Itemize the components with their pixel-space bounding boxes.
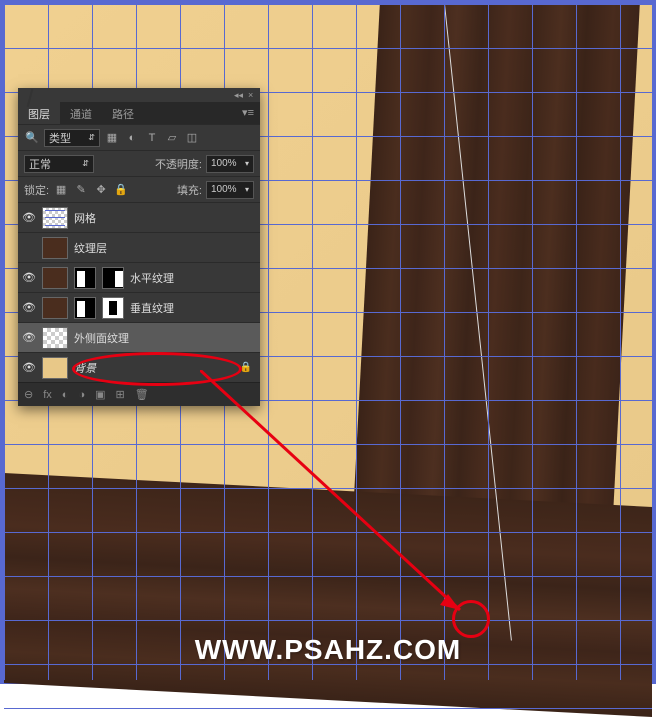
lock-transparency-icon[interactable]: ▦ — [53, 182, 69, 198]
layer-thumbnail[interactable] — [42, 237, 68, 259]
blend-mode-value: 正常 — [29, 156, 51, 172]
lock-label: 锁定: — [24, 182, 49, 198]
visibility-icon[interactable]: 👁 — [22, 331, 36, 344]
mask-icon[interactable]: ◐ — [62, 389, 69, 401]
layer-mask[interactable] — [74, 267, 96, 289]
filter-row: 🔍 类型 ⇵ ▦ ◐ T ▱ ◫ — [18, 124, 260, 150]
layer-row[interactable]: 👁 垂直纹理 — [18, 292, 260, 322]
chevron-down-icon: ▾ — [245, 159, 249, 168]
collapse-icon[interactable]: ◂◂ — [234, 91, 242, 99]
new-layer-icon[interactable]: ⊞ — [116, 388, 125, 401]
lock-paint-icon[interactable]: ✎ — [73, 182, 89, 198]
blend-row: 正常 ⇵ 不透明度: 100% ▾ — [18, 150, 260, 176]
watermark-text: WWW.PSAHZ.COM — [195, 634, 462, 666]
panel-tabs: 图层 通道 路径 ▾≡ — [18, 102, 260, 124]
layer-row[interactable]: 👁 水平纹理 — [18, 262, 260, 292]
layer-row[interactable]: 👁 网格 — [18, 202, 260, 232]
tab-paths[interactable]: 路径 — [102, 102, 144, 124]
layer-name[interactable]: 垂直纹理 — [130, 300, 174, 316]
chevron-down-icon: ▾ — [245, 185, 249, 194]
layer-thumbnail[interactable] — [42, 207, 68, 229]
layer-thumbnail[interactable] — [42, 297, 68, 319]
opacity-value: 100% — [211, 158, 237, 169]
link-icon[interactable]: ⊖ — [24, 388, 33, 401]
layer-name[interactable]: 网格 — [74, 210, 96, 226]
visibility-icon[interactable]: 👁 — [22, 271, 36, 284]
filter-text-icon[interactable]: T — [144, 130, 160, 146]
layer-panel-footer: ⊖ fx ◐ ◑ ▣ ⊞ 🗑 — [18, 382, 260, 406]
layer-name[interactable]: 纹理层 — [74, 240, 107, 256]
layer-row[interactable]: 👁 背景 🔒 — [18, 352, 260, 382]
layer-thumbnail[interactable] — [42, 357, 68, 379]
layer-row-selected[interactable]: 👁 外侧面纹理 — [18, 322, 260, 352]
search-icon: 🔍 — [24, 130, 40, 146]
filter-shape-icon[interactable]: ▱ — [164, 130, 180, 146]
fill-label: 填充: — [177, 182, 202, 198]
layer-name[interactable]: 背景 — [74, 360, 96, 376]
filter-pixel-icon[interactable]: ▦ — [104, 130, 120, 146]
visibility-icon[interactable]: 👁 — [22, 301, 36, 314]
group-icon[interactable]: ▣ — [95, 388, 105, 401]
lock-row: 锁定: ▦ ✎ ✥ 🔒 填充: 100% ▾ — [18, 176, 260, 202]
wood-horizontal — [4, 473, 652, 717]
layer-mask-2[interactable] — [102, 267, 124, 289]
fill-value: 100% — [211, 184, 237, 195]
fx-icon[interactable]: fx — [43, 389, 52, 401]
layer-thumbnail[interactable] — [42, 327, 68, 349]
chevron-down-icon: ⇵ — [82, 159, 89, 168]
layer-name[interactable]: 水平纹理 — [130, 270, 174, 286]
tab-layers[interactable]: 图层 — [18, 102, 60, 124]
adjustment-icon[interactable]: ◑ — [78, 389, 85, 401]
filter-label: 类型 — [49, 130, 71, 146]
layer-name[interactable]: 外侧面纹理 — [74, 330, 129, 346]
visibility-icon[interactable]: 👁 — [22, 361, 36, 374]
chevron-down-icon: ⇵ — [88, 133, 95, 142]
lock-icon: 🔒 — [240, 362, 252, 373]
layer-row[interactable]: 👁 纹理层 — [18, 232, 260, 262]
layer-list: 👁 网格 👁 纹理层 👁 水平纹理 👁 垂直纹理 👁 外侧面纹理 — [18, 202, 260, 382]
tab-channels[interactable]: 通道 — [60, 102, 102, 124]
panel-menu-icon[interactable]: ▾≡ — [236, 102, 260, 124]
lock-move-icon[interactable]: ✥ — [93, 182, 109, 198]
fill-input[interactable]: 100% ▾ — [206, 181, 254, 199]
blend-mode-select[interactable]: 正常 ⇵ — [24, 155, 94, 173]
filter-smart-icon[interactable]: ◫ — [184, 130, 200, 146]
visibility-icon[interactable]: 👁 — [22, 211, 36, 224]
lock-all-icon[interactable]: 🔒 — [113, 182, 129, 198]
close-icon[interactable]: × — [248, 91, 256, 99]
opacity-input[interactable]: 100% ▾ — [206, 155, 254, 173]
opacity-label: 不透明度: — [155, 156, 202, 172]
layer-thumbnail[interactable] — [42, 267, 68, 289]
layers-panel[interactable]: ◂◂ × 图层 通道 路径 ▾≡ 🔍 类型 ⇵ ▦ ◐ T ▱ ◫ 正常 ⇵ 不… — [18, 88, 260, 406]
layer-mask-2[interactable] — [102, 297, 124, 319]
trash-icon[interactable]: 🗑 — [135, 388, 149, 401]
layer-mask[interactable] — [74, 297, 96, 319]
filter-adjust-icon[interactable]: ◐ — [124, 130, 140, 146]
panel-header: ◂◂ × — [18, 88, 260, 102]
filter-type-select[interactable]: 类型 ⇵ — [44, 129, 100, 147]
